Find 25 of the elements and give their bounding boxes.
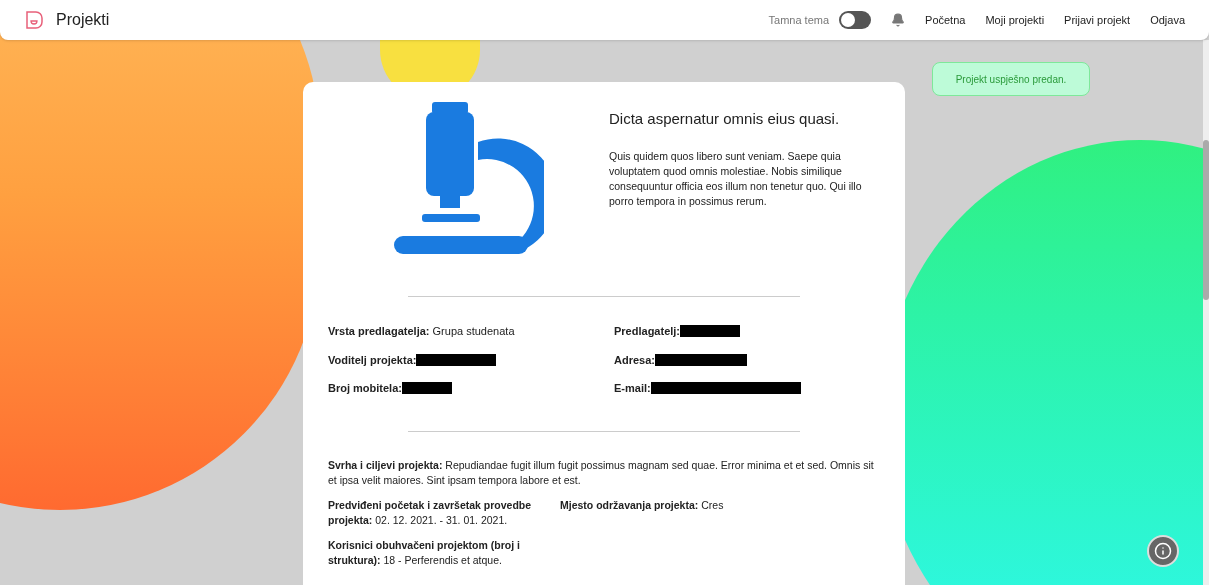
nav-link[interactable]: Prijavi projekt — [1064, 11, 1131, 29]
detail-text: Mjesto održavanja projekta: Cres — [560, 497, 725, 513]
theme-label: Tamna tema — [768, 12, 830, 28]
nav-link[interactable]: Početna — [925, 11, 966, 29]
field-text: Broj mobitela: — [328, 381, 402, 396]
field-text: Predlagatelj: — [614, 324, 681, 339]
field-text: Voditelj projekta: — [328, 352, 417, 368]
field-text: Adresa: — [614, 352, 655, 368]
detail-text: Predviđeni početak i završetak provedbe projekta: 02. 12. 2021. - 31. 01. 2021. — [328, 497, 533, 528]
nav-link[interactable]: Moji projekti — [985, 11, 1045, 29]
field-text: Vrsta predlagatelja: Grupa studenata — [328, 324, 515, 339]
field-text: E-mail: — [614, 381, 651, 396]
bell-icon[interactable] — [891, 13, 906, 27]
info-icon — [1154, 542, 1172, 560]
project-title: Dicta aspernatur omnis eius quasi. — [609, 109, 841, 129]
purpose-text: Svrha i ciljevi projekta: Repudiandae fugit illum fugit possimus magnam sed quae. Error minima et et sed. Omnis sit et ipsa velit maiores. Sint ipsam tempora labore et est. — [328, 457, 875, 488]
theme-toggle[interactable] — [839, 11, 872, 29]
nav-link[interactable]: Odjava — [1150, 11, 1185, 29]
detail-text: Korisnici obuhvačeni projektom (broj i struktura): 18 - Perferendis et atque. — [328, 537, 521, 568]
scrollbar[interactable] — [1203, 40, 1209, 585]
project-description: Quis quidem quos libero sunt veniam. Saepe quia voluptatem quod omnis molestiae. Nobis similique consequuntur officia eos illum non tenetur quo. Qui illo porro tempora in possimus rerum. — [609, 148, 863, 209]
logo-icon — [24, 10, 44, 30]
microscope-icon — [393, 102, 544, 254]
brand-title: Projekti — [56, 10, 110, 30]
toast: Projekt uspješno predan. — [932, 62, 1090, 96]
